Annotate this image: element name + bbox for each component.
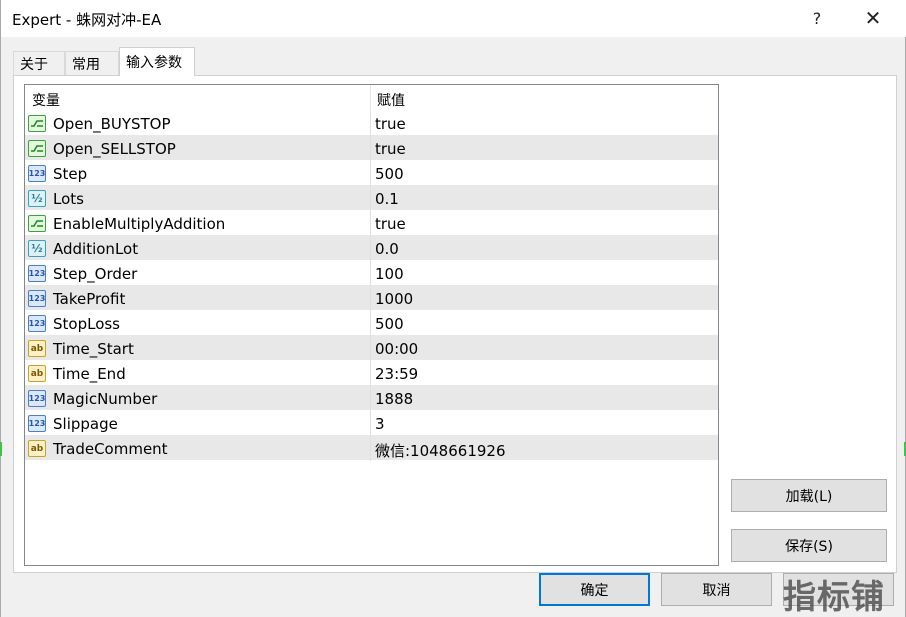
parameter-name: Step: [53, 165, 88, 183]
parameter-row[interactable]: Open_BUYSTOP true: [25, 111, 718, 136]
parameter-row[interactable]: 123 TakeProfit 1000: [25, 286, 718, 311]
parameter-row[interactable]: 123 StopLoss 500: [25, 311, 718, 336]
parameter-value[interactable]: 3: [375, 415, 385, 433]
parameter-value[interactable]: true: [375, 115, 406, 133]
parameter-name: EnableMultiplyAddition: [53, 215, 226, 233]
int-type-icon: 123: [28, 165, 46, 182]
parameter-name: Step_Order: [53, 265, 138, 283]
parameter-name: Slippage: [53, 415, 118, 433]
parameter-rows: Open_BUYSTOP true Open_SELLSTOP true 123 Step…: [25, 111, 718, 461]
parameter-row[interactable]: 123 Slippage 3: [25, 411, 718, 436]
bool-type-icon: [28, 140, 46, 157]
expert-properties-dialog: Expert - 蛛网对冲-EA ? ✕ 关于 常用 输入参数 变量 赋值 Op…: [0, 0, 906, 617]
double-type-icon: ½: [28, 240, 46, 257]
parameter-row[interactable]: 123 Step_Order 100: [25, 261, 718, 286]
tab-common[interactable]: 常用: [65, 51, 119, 75]
watermark-logo: 指标铺: [783, 577, 885, 616]
parameter-row[interactable]: 123 Step 500: [25, 161, 718, 186]
column-divider: [370, 311, 371, 336]
left-edge-marker: [0, 442, 2, 456]
parameter-row[interactable]: ½ Lots 0.1: [25, 186, 718, 211]
tab-inputs[interactable]: 输入参数: [119, 47, 195, 76]
int-type-icon: 123: [28, 415, 46, 432]
column-header-variable[interactable]: 变量: [32, 90, 60, 110]
column-divider: [370, 236, 371, 261]
parameter-row[interactable]: ½ AdditionLot 0.0: [25, 236, 718, 261]
window-title: Expert - 蛛网对冲-EA: [12, 11, 162, 29]
parameter-value[interactable]: 1000: [375, 290, 413, 308]
parameter-value[interactable]: true: [375, 215, 406, 233]
parameter-value[interactable]: 0.0: [375, 240, 399, 258]
parameter-value[interactable]: 微信:1048661926: [375, 440, 506, 461]
parameter-value[interactable]: 0.1: [375, 190, 399, 208]
title-bar: Expert - 蛛网对冲-EA ? ✕: [1, 0, 906, 37]
parameter-row[interactable]: EnableMultiplyAddition true: [25, 211, 718, 236]
parameter-name: Lots: [53, 190, 84, 208]
parameter-value[interactable]: 23:59: [375, 365, 418, 383]
column-header-value[interactable]: 赋值: [377, 90, 405, 110]
parameter-name: Open_BUYSTOP: [53, 115, 171, 133]
parameter-name: AdditionLot: [53, 240, 139, 258]
bool-type-icon: [28, 215, 46, 232]
column-divider: [370, 136, 371, 161]
tab-about[interactable]: 关于: [13, 51, 65, 75]
int-type-icon: 123: [28, 290, 46, 307]
cancel-button[interactable]: 取消: [661, 573, 772, 606]
parameter-row[interactable]: 123 MagicNumber 1888: [25, 386, 718, 411]
parameter-value[interactable]: 1888: [375, 390, 413, 408]
parameter-row[interactable]: ab Time_End 23:59: [25, 361, 718, 386]
column-divider: [370, 386, 371, 411]
load-button[interactable]: 加载(L): [731, 479, 887, 512]
parameter-value[interactable]: 00:00: [375, 340, 418, 358]
column-divider: [370, 111, 371, 136]
column-divider: [370, 286, 371, 311]
column-divider: [370, 361, 371, 386]
parameter-name: Time_End: [53, 365, 126, 383]
column-divider: [370, 436, 371, 461]
parameter-value[interactable]: 100: [375, 265, 404, 283]
column-divider: [370, 261, 371, 286]
ok-button[interactable]: 确定: [539, 573, 650, 606]
parameter-value[interactable]: 500: [375, 165, 404, 183]
string-type-icon: ab: [28, 365, 46, 382]
help-button[interactable]: ?: [797, 4, 837, 32]
save-button[interactable]: 保存(S): [731, 529, 887, 562]
close-button[interactable]: ✕: [853, 4, 893, 32]
bool-type-icon: [28, 115, 46, 132]
string-type-icon: ab: [28, 340, 46, 357]
string-type-icon: ab: [28, 440, 46, 457]
int-type-icon: 123: [28, 265, 46, 282]
parameter-name: StopLoss: [53, 315, 121, 333]
int-type-icon: 123: [28, 390, 46, 407]
parameter-name: TakeProfit: [53, 290, 126, 308]
double-type-icon: ½: [28, 190, 46, 207]
column-divider: [370, 336, 371, 361]
parameter-row[interactable]: ab Time_Start 00:00: [25, 336, 718, 361]
int-type-icon: 123: [28, 315, 46, 332]
column-divider: [370, 211, 371, 236]
column-divider: [370, 161, 371, 186]
parameter-row[interactable]: Open_SELLSTOP true: [25, 136, 718, 161]
parameter-name: Open_SELLSTOP: [53, 140, 176, 158]
parameter-name: Time_Start: [53, 340, 134, 358]
parameter-name: MagicNumber: [53, 390, 158, 408]
parameter-row[interactable]: ab TradeComment 微信:1048661926: [25, 436, 718, 461]
parameter-value[interactable]: 500: [375, 315, 404, 333]
column-divider[interactable]: [370, 85, 371, 111]
parameter-value[interactable]: true: [375, 140, 406, 158]
input-parameters-list[interactable]: 变量 赋值 Open_BUYSTOP true Open_SELLSTOP true 1…: [24, 84, 719, 566]
parameter-name: TradeComment: [53, 440, 168, 458]
column-divider: [370, 411, 371, 436]
list-header: 变量 赋值: [25, 85, 718, 111]
column-divider: [370, 186, 371, 211]
